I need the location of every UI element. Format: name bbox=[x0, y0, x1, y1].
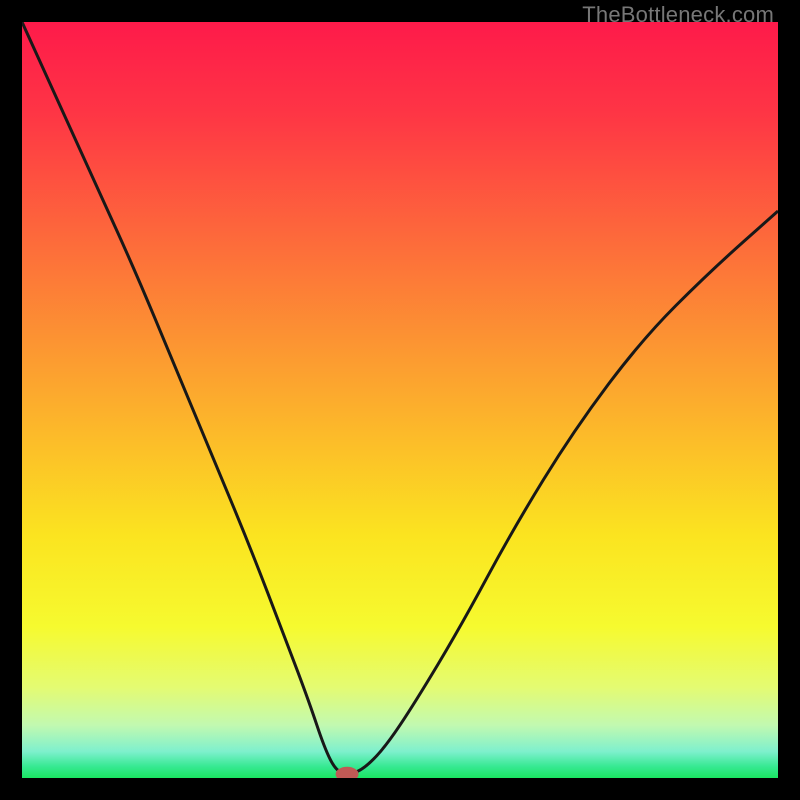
chart-frame: TheBottleneck.com bbox=[0, 0, 800, 800]
watermark-text: TheBottleneck.com bbox=[582, 2, 774, 28]
bottleneck-curve bbox=[22, 22, 778, 773]
optimal-point-marker bbox=[336, 767, 358, 778]
plot-area bbox=[22, 22, 778, 778]
curve-layer bbox=[22, 22, 778, 778]
